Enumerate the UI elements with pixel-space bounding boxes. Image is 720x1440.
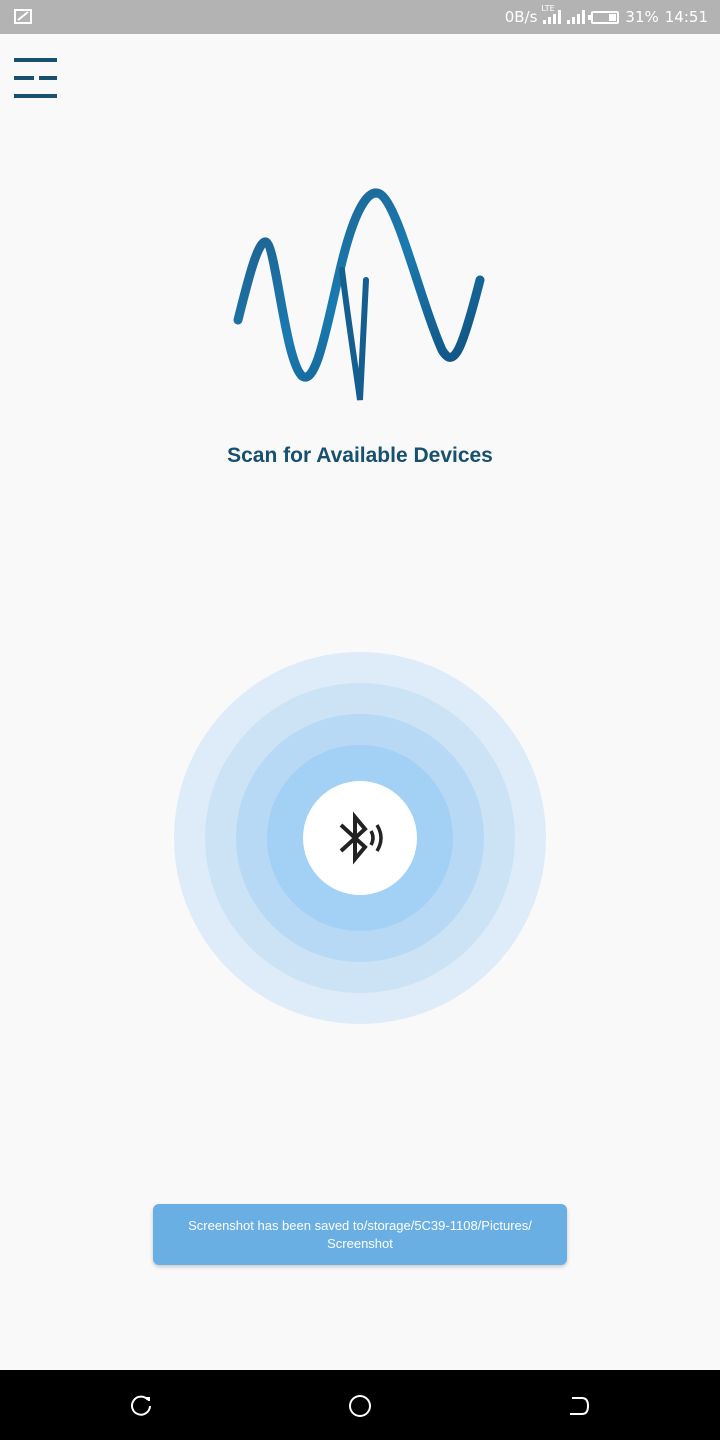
status-bar: 0B/s LTE 31% 14:51: [0, 0, 720, 34]
page-title: Scan for Available Devices: [227, 444, 493, 467]
network-type: LTE: [541, 4, 555, 13]
battery-percent: 31%: [625, 8, 659, 26]
battery-icon: [588, 10, 620, 24]
menu-button[interactable]: [14, 57, 58, 101]
back-icon[interactable]: [564, 1392, 592, 1420]
clock: 14:51: [664, 8, 708, 26]
wave-logo: [233, 188, 485, 401]
menu-icon: [14, 58, 57, 98]
cast-icon: [14, 9, 32, 24]
scan-radar: [174, 652, 546, 1024]
navigation-bar: [0, 1370, 720, 1440]
home-icon[interactable]: [346, 1392, 374, 1420]
signal-icon-2: [567, 10, 586, 24]
recents-icon[interactable]: [128, 1392, 156, 1420]
bluetooth-searching-icon: [339, 811, 383, 865]
scan-button[interactable]: [303, 781, 417, 895]
toast-message: Screenshot has been saved to/storage/5C3…: [153, 1204, 567, 1265]
signal-icon: LTE: [541, 4, 562, 24]
network-speed: 0B/s: [504, 8, 538, 26]
